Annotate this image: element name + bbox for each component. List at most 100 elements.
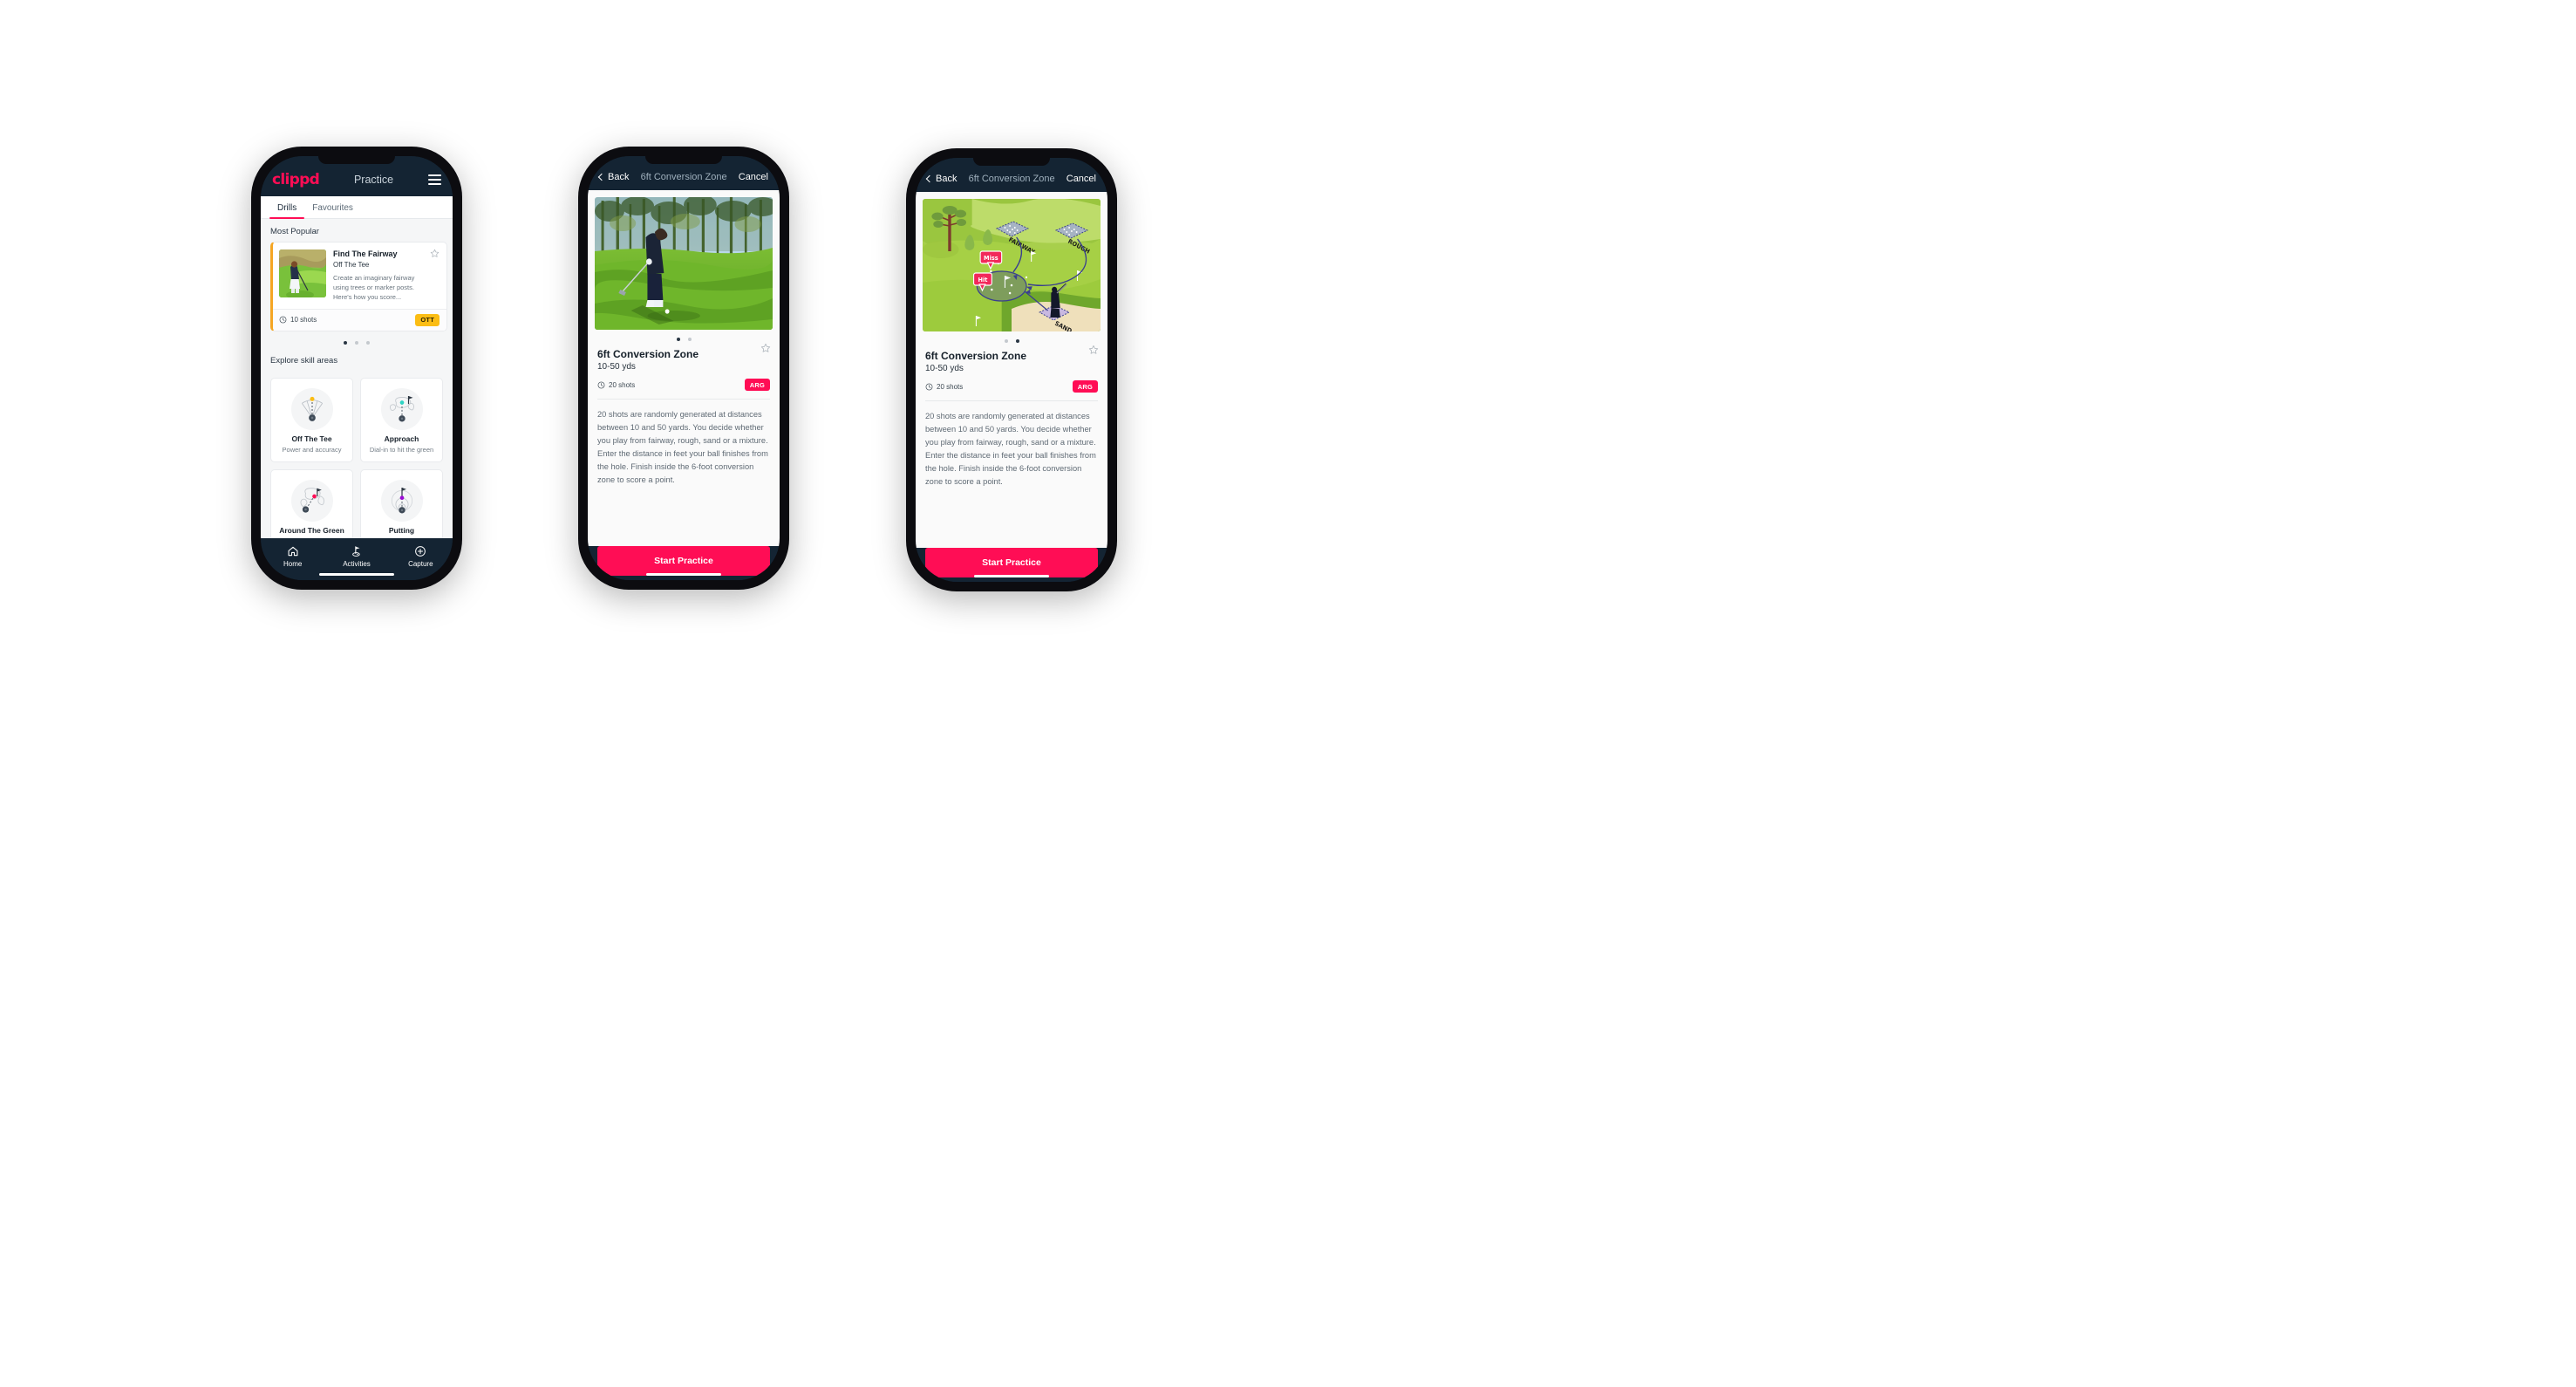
golfer-teeing-thumb-image (279, 249, 326, 297)
chevron-left-icon (925, 174, 934, 183)
hero-photo[interactable] (595, 197, 773, 330)
skill-card-around-the-green[interactable]: Around The Green Hone your short game (270, 468, 353, 538)
phone1-screen: clippd Practice Drills Favourites Most P… (261, 156, 453, 580)
chevron-left-icon (597, 173, 606, 181)
drill-card-body: Find The Fairway Off The Tee Create an i… (333, 249, 440, 303)
clippd-logo: clippd (272, 171, 320, 188)
cancel-button[interactable]: Cancel (1067, 174, 1096, 184)
nav-item-home[interactable]: Home (261, 545, 324, 568)
home-indicator (974, 574, 1049, 577)
phone3-screen: Back 6ft Conversion Zone Cancel FAIRWAY … (916, 158, 1107, 582)
nav-item-activities[interactable]: Activities (324, 545, 388, 568)
detail-header: 6ft Conversion Zone 10-50 yds 20 shots A… (588, 341, 780, 391)
shot-count-icon (925, 383, 933, 390)
golf-flag-icon (352, 546, 360, 557)
drill-card[interactable]: Find The Fairway Off The Tee Create an i… (270, 242, 447, 331)
back-label: Back (936, 174, 957, 184)
carousel-dot-3[interactable] (366, 340, 370, 345)
tab-favourites[interactable]: Favourites (304, 196, 361, 218)
detail-meta-row: 20 shots ARG (925, 380, 1098, 393)
course-diagram-illustration-image: FAIRWAY ROUGH SAND Miss Hit (923, 199, 1101, 331)
back-label: Back (608, 172, 630, 182)
detail-distance: 10-50 yds (925, 364, 964, 373)
skill-area-grid: Off The Tee Power and accuracy Approach … (261, 371, 453, 538)
plus-circle-icon (415, 546, 426, 557)
chip-green-icon (290, 479, 333, 522)
svg-text:Miss: Miss (984, 255, 998, 262)
carousel-dot-1[interactable] (344, 340, 347, 345)
phone2-screen: Back 6ft Conversion Zone Cancel 6ft Conv… (588, 156, 780, 580)
drill-thumbnail (279, 249, 326, 297)
skill-badge-arg: ARG (1072, 380, 1098, 393)
star-outline-icon[interactable] (760, 343, 771, 353)
carousel-dot-2[interactable] (355, 340, 358, 345)
tab-drills[interactable]: Drills (269, 196, 305, 219)
detail-title: 6ft Conversion Zone (925, 350, 1027, 362)
detail-description: 20 shots are randomly generated at dista… (925, 412, 1096, 487)
detail-nav-title: 6ft Conversion Zone (640, 172, 727, 182)
skill-name: Putting (388, 525, 415, 535)
hero-diagram[interactable]: FAIRWAY ROUGH SAND Miss Hit (923, 199, 1101, 331)
media-carousel-dots (588, 330, 780, 341)
drill-shots: 10 shots (279, 316, 317, 324)
approach-green-icon (380, 387, 423, 430)
hamburger-icon[interactable] (427, 174, 441, 185)
shot-count-icon (597, 381, 605, 388)
media-carousel-dots (916, 331, 1107, 343)
explore-skill-areas-label: Explore skill areas (270, 355, 338, 366)
hero-media-wrap (588, 190, 780, 330)
back-button[interactable]: Back (597, 172, 630, 182)
home-indicator (646, 572, 721, 576)
shot-count-icon (279, 316, 287, 324)
drill-carousel[interactable]: Find The Fairway Off The Tee Create an i… (261, 242, 453, 331)
screenshot-stage: clippd Practice Drills Favourites Most P… (0, 0, 2576, 1387)
skill-name: Around The Green (279, 525, 344, 535)
home-indicator (319, 572, 394, 576)
star-outline-icon[interactable] (430, 249, 440, 258)
drill-card-top: Find The Fairway Off The Tee Create an i… (273, 243, 446, 309)
drill-subtitle: Off The Tee (333, 261, 370, 270)
detail-title: 6ft Conversion Zone (597, 348, 699, 360)
skill-badge-ott: OTT (415, 313, 440, 326)
skill-card-approach[interactable]: Approach Dial-in to hit the green (360, 377, 443, 462)
back-button[interactable]: Back (925, 174, 957, 184)
golfer-chipping-photo-image (595, 197, 773, 330)
tab-bar: Drills Favourites (261, 196, 453, 219)
detail-content: FAIRWAY ROUGH SAND Miss Hit 6ft Conversi… (916, 192, 1107, 548)
skill-desc: Dial-in to hit the green (369, 445, 434, 454)
phone-device-detail-diagram: Back 6ft Conversion Zone Cancel FAIRWAY … (906, 148, 1117, 591)
detail-content: 6ft Conversion Zone 10-50 yds 20 shots A… (588, 190, 780, 546)
device-notch (973, 158, 1050, 166)
start-practice-button[interactable]: Start Practice (597, 546, 770, 576)
svg-text:Hit: Hit (978, 277, 988, 284)
detail-shots: 20 shots (597, 381, 635, 389)
cta-container: Start Practice (916, 548, 1107, 582)
skill-name: Off The Tee (291, 434, 332, 443)
detail-nav-title: 6ft Conversion Zone (968, 174, 1055, 184)
start-practice-button[interactable]: Start Practice (925, 548, 1098, 577)
detail-header: 6ft Conversion Zone 10-50 yds 20 shots A… (916, 343, 1107, 393)
device-notch (645, 156, 722, 164)
nav-item-capture[interactable]: Capture (389, 545, 453, 568)
detail-shots-label: 20 shots (937, 382, 964, 391)
bottom-navigation: Home Activities Capture (261, 538, 453, 580)
skill-card-putting[interactable]: Putting Make and lag practice (360, 468, 443, 538)
drill-card-footer: 10 shots OTT (273, 308, 446, 331)
nav-label: Capture (408, 560, 433, 568)
putting-rings-icon (380, 479, 423, 522)
skill-card-off-the-tee[interactable]: Off The Tee Power and accuracy (270, 377, 353, 462)
star-outline-icon[interactable] (1088, 345, 1099, 355)
cta-container: Start Practice (588, 546, 780, 580)
cancel-button[interactable]: Cancel (739, 172, 768, 182)
device-notch (318, 156, 395, 164)
skill-desc: Power and accuracy (282, 445, 342, 454)
phone-device-list: clippd Practice Drills Favourites Most P… (251, 147, 462, 590)
detail-description: 20 shots are randomly generated at dista… (597, 410, 768, 485)
list-content: Most Popular Find The Fairway Off The Te… (261, 219, 453, 538)
nav-label: Activities (343, 560, 371, 568)
most-popular-label: Most Popular (270, 227, 319, 236)
phone-device-detail-photo: Back 6ft Conversion Zone Cancel 6ft Conv… (578, 147, 789, 590)
detail-shots-label: 20 shots (609, 380, 636, 389)
detail-meta-row: 20 shots ARG (597, 379, 770, 391)
skill-name: Approach (384, 434, 419, 443)
